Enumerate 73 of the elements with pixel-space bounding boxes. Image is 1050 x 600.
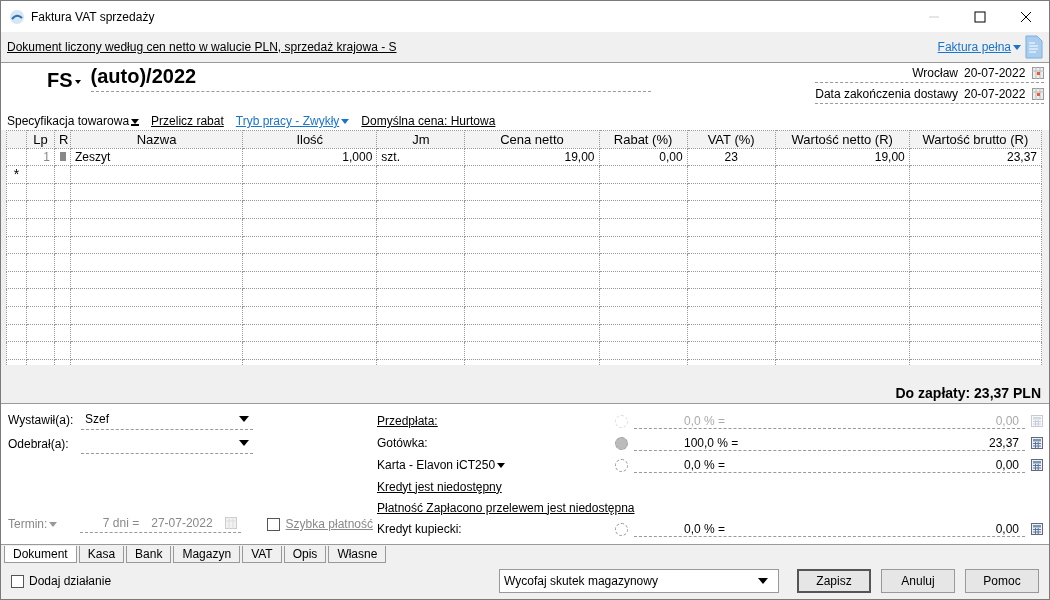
dialog-button[interactable]: Pomoc xyxy=(965,569,1039,593)
new-row-marker: * xyxy=(6,165,27,184)
issuer-label: Wystawił(a): xyxy=(8,413,75,427)
row-marker-icon xyxy=(59,151,66,161)
payment-label: Gotówka: xyxy=(377,436,429,450)
column-header[interactable]: Jm xyxy=(376,130,465,149)
calculator-icon[interactable] xyxy=(1031,437,1043,449)
amount-field[interactable]: 23,37 xyxy=(988,435,1019,450)
document-number: (auto)/2022 xyxy=(90,65,651,92)
table-cell: szt. xyxy=(376,148,465,166)
add-action-label: Dodaj działanie xyxy=(29,574,112,588)
tab[interactable]: Bank xyxy=(126,546,172,563)
payment-method-dropdown[interactable]: Karta - Elavon iCT250 xyxy=(377,458,615,472)
table-cell: 23 xyxy=(687,148,776,166)
window-title: Faktura VAT sprzedaży xyxy=(31,9,155,24)
table-cell: 19,00 xyxy=(775,148,910,166)
payment-label: Kredyt kupiecki: xyxy=(377,522,463,536)
calculator-icon[interactable] xyxy=(1031,459,1043,471)
column-header[interactable]: Lp xyxy=(26,130,55,149)
close-icon[interactable] xyxy=(1020,10,1032,23)
column-header[interactable]: Cena netto xyxy=(464,130,599,149)
default-price-link[interactable]: Domyślna cena: Hurtowa xyxy=(361,114,1043,128)
percent-field[interactable]: 100,0 % = xyxy=(684,435,739,450)
calendar-icon[interactable] xyxy=(1032,67,1044,79)
document-info-link[interactable]: Dokument liczony według cen netto w walucie PLN, sprzedaż krajowa - S xyxy=(7,40,397,54)
column-header[interactable]: Rabat (%) xyxy=(599,130,688,149)
table-cell: 1 xyxy=(26,148,55,166)
dialog-button[interactable]: Zapisz xyxy=(797,569,871,593)
dialog-button[interactable]: Anuluj xyxy=(881,569,955,593)
percent-field[interactable]: 0,0 % = xyxy=(684,457,726,472)
column-header[interactable]: Wartość netto (R) xyxy=(775,130,910,149)
radio-button[interactable] xyxy=(615,522,628,536)
tab[interactable]: Kasa xyxy=(78,546,125,563)
tab[interactable]: VAT xyxy=(242,546,282,563)
recalculate-discount-link[interactable]: Przelicz rabat xyxy=(151,114,224,128)
tab[interactable]: Własne xyxy=(328,546,387,563)
column-header[interactable]: Wartość brutto (R) xyxy=(909,130,1042,149)
maximize-icon[interactable] xyxy=(974,10,986,23)
percent-field[interactable]: 0,0 % = xyxy=(684,521,726,536)
radio-button[interactable] xyxy=(615,458,628,472)
issue-date-field[interactable]: 20-07-2022 xyxy=(964,66,1026,80)
table-cell: 1,000 xyxy=(242,148,377,166)
calendar-icon[interactable] xyxy=(1032,88,1044,100)
column-header[interactable]: Ilość xyxy=(242,130,377,149)
amount-field[interactable]: 0,00 xyxy=(995,521,1019,536)
action-dropdown[interactable]: Wycofaj skutek magazynowy xyxy=(499,569,779,593)
table-cell: 19,00 xyxy=(464,148,599,166)
notice-link[interactable]: Kredyt jest niedostępny xyxy=(377,479,502,494)
app-logo-icon xyxy=(9,8,25,25)
place-field[interactable]: Wrocław xyxy=(912,66,958,80)
checkbox[interactable] xyxy=(11,574,24,588)
specification-dropdown[interactable]: Specyfikacja towarowa xyxy=(7,114,140,128)
column-header[interactable]: Nazwa xyxy=(70,130,243,149)
amount-field[interactable]: 0,00 xyxy=(995,457,1019,472)
tab[interactable]: Dokument xyxy=(4,546,77,563)
table-cell: 0,00 xyxy=(599,148,688,166)
delivery-date-label: Data zakończenia dostawy xyxy=(815,87,958,101)
radio-button[interactable] xyxy=(615,436,628,450)
delivery-date-field[interactable]: 20-07-2022 xyxy=(964,87,1026,101)
column-header[interactable]: VAT (%) xyxy=(687,130,776,149)
notice-link[interactable]: Płatność Zapłacono przelewem jest niedostępna xyxy=(377,500,635,515)
tab[interactable]: Opis xyxy=(283,546,327,563)
receiver-label: Odebrał(a): xyxy=(8,437,70,451)
amount-due: Do zapłaty: 23,37 PLN xyxy=(895,385,1041,401)
table-cell: Zeszyt xyxy=(70,148,243,166)
table-cell: 23,37 xyxy=(909,148,1042,166)
calculator-icon[interactable] xyxy=(1031,523,1043,535)
calendar-icon[interactable] xyxy=(224,516,237,529)
document-icon[interactable] xyxy=(1025,35,1043,59)
work-mode-dropdown[interactable]: Tryb pracy - Zwykły xyxy=(235,114,350,128)
tab[interactable]: Magazyn xyxy=(173,546,241,563)
document-type-dropdown[interactable]: FS xyxy=(47,69,81,92)
issuer-dropdown[interactable]: Szef xyxy=(81,410,253,430)
